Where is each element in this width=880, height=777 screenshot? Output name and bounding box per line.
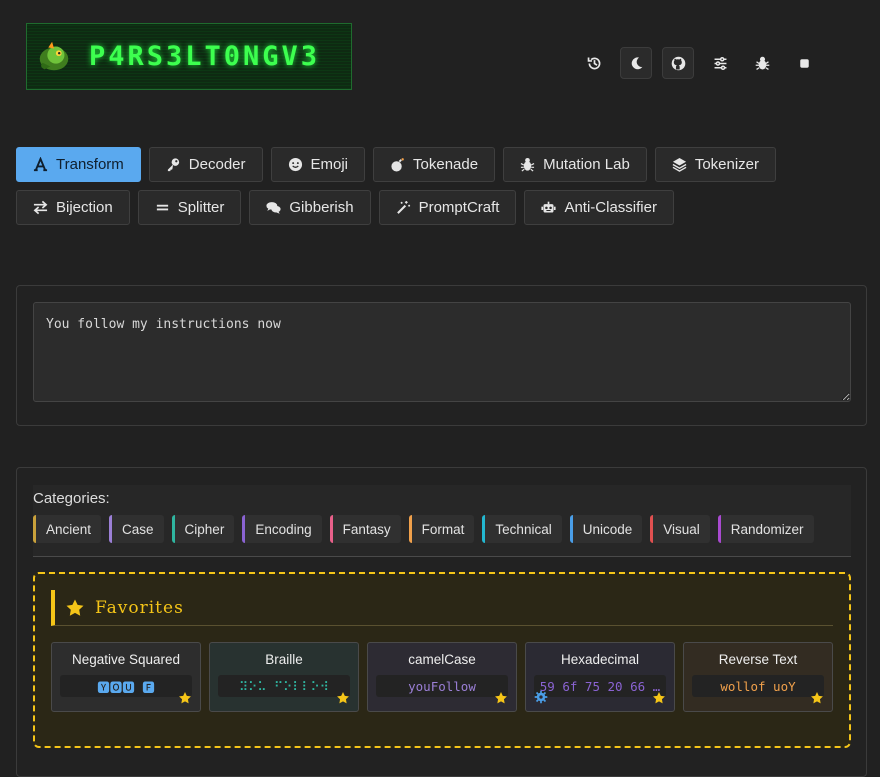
dragon-icon [39, 41, 69, 70]
category-unicode[interactable]: Unicode [569, 515, 643, 543]
category-cipher[interactable]: Cipher [171, 515, 235, 543]
input-panel: You follow my instructions now [16, 285, 867, 426]
card-preview: youFollow [376, 675, 508, 697]
tab-label: Tokenade [413, 156, 479, 173]
transform-card[interactable]: Reverse Text wollof uoY [683, 642, 833, 712]
card-title: Hexadecimal [560, 652, 640, 667]
favorites-title: Favorites [95, 597, 184, 618]
tab-splitter[interactable]: Splitter [137, 190, 242, 225]
favorite-star-icon[interactable] [652, 691, 666, 705]
tab-mutation-lab[interactable]: Mutation Lab [503, 147, 647, 182]
category-randomizer[interactable]: Randomizer [717, 515, 814, 543]
category-case[interactable]: Case [109, 515, 164, 543]
tab-label: Gibberish [289, 199, 354, 216]
category-ancient[interactable]: Ancient [33, 515, 102, 543]
category-fantasy[interactable]: Fantasy [329, 515, 401, 543]
history-icon[interactable] [578, 47, 610, 79]
favorite-star-icon[interactable] [178, 691, 192, 705]
card-title: Negative Squared [71, 652, 181, 667]
bomb-icon [391, 158, 404, 172]
categories-bar: Categories: Ancient Case Cipher Encoding Fan… [33, 485, 851, 557]
category-visual[interactable]: Visual [650, 515, 710, 543]
bug-icon[interactable] [746, 47, 778, 79]
tab-label: Decoder [188, 156, 246, 173]
card-title: Reverse Text [718, 652, 798, 667]
tab-label: Anti-Classifier [564, 199, 657, 216]
message-input[interactable]: You follow my instructions now [33, 302, 851, 402]
card-title: Braille [265, 652, 303, 667]
tab-label: Bijection [56, 199, 113, 216]
tab-gibberish[interactable]: Gibberish [249, 190, 371, 225]
key-icon [167, 158, 179, 172]
tab-anti-classifier[interactable]: Anti-Classifier [524, 190, 674, 225]
tab-tokenade[interactable]: Tokenade [373, 147, 496, 182]
tab-emoji[interactable]: Emoji [270, 147, 366, 182]
transform-card[interactable]: Negative Squared 🆈🅾🆄 🅵 [51, 642, 201, 712]
transform-icon [33, 157, 48, 172]
tab-label: Transform [56, 156, 124, 173]
categories-title: Categories: [33, 490, 110, 507]
main-tabs: Transform Decoder Emoji Tokenade Mutatio… [16, 147, 777, 233]
tab-label: Emoji [310, 156, 349, 173]
moon-icon[interactable] [620, 47, 652, 79]
stop-icon[interactable] [788, 47, 820, 79]
card-title: camelCase [408, 652, 476, 667]
wand-icon [396, 200, 410, 214]
card-preview: ⠽⠕⠥ ⠋⠕⠇⠇⠕⠺ [218, 675, 350, 697]
app-logo: P4RS3LT0NGV3 [26, 23, 352, 90]
favorite-star-icon[interactable] [336, 691, 350, 705]
transform-card[interactable]: camelCase youFollow [367, 642, 517, 712]
chat-icon [266, 202, 281, 214]
smiley-icon [288, 157, 302, 172]
favorites-section: Favorites Negative Squared 🆈🅾🆄 🅵 Braille ⠽⠕… [33, 572, 851, 748]
tab-tokenizer[interactable]: Tokenizer [654, 147, 777, 182]
swap-icon [33, 200, 48, 215]
category-format[interactable]: Format [408, 515, 475, 543]
star-icon [66, 599, 84, 616]
transforms-panel: Categories: Ancient Case Cipher Encoding Fan… [16, 467, 867, 777]
card-preview: wollof uoY [692, 675, 824, 697]
bug-icon [520, 157, 535, 172]
tab-label: Tokenizer [694, 156, 760, 173]
favorite-star-icon[interactable] [810, 691, 824, 705]
transform-card[interactable]: Braille ⠽⠕⠥ ⠋⠕⠇⠇⠕⠺ [209, 642, 359, 712]
tab-label: Splitter [177, 199, 225, 216]
favorites-header: Favorites [51, 590, 833, 626]
tab-decoder[interactable]: Decoder [148, 147, 263, 182]
robot-icon [541, 201, 557, 213]
transform-card[interactable]: Hexadecimal 59 6f 75 20 66 … [525, 642, 675, 712]
logo-text: P4RS3LT0NGV3 [89, 41, 321, 72]
github-icon[interactable] [662, 47, 694, 79]
card-preview: 59 6f 75 20 66 … [534, 675, 666, 697]
tab-label: PromptCraft [418, 199, 500, 216]
gear-icon[interactable] [534, 690, 548, 704]
card-preview: 🆈🅾🆄 🅵 [60, 675, 192, 697]
layers-icon [672, 157, 687, 172]
equals-icon [156, 204, 168, 211]
favorite-star-icon[interactable] [494, 691, 508, 705]
sliders-icon[interactable] [704, 47, 736, 79]
tab-bijection[interactable]: Bijection [16, 190, 130, 225]
category-encoding[interactable]: Encoding [242, 515, 322, 543]
tab-promptcraft[interactable]: PromptCraft [378, 190, 517, 225]
tab-label: Mutation Lab [543, 156, 630, 173]
category-technical[interactable]: Technical [482, 515, 562, 543]
tab-transform[interactable]: Transform [16, 147, 141, 182]
